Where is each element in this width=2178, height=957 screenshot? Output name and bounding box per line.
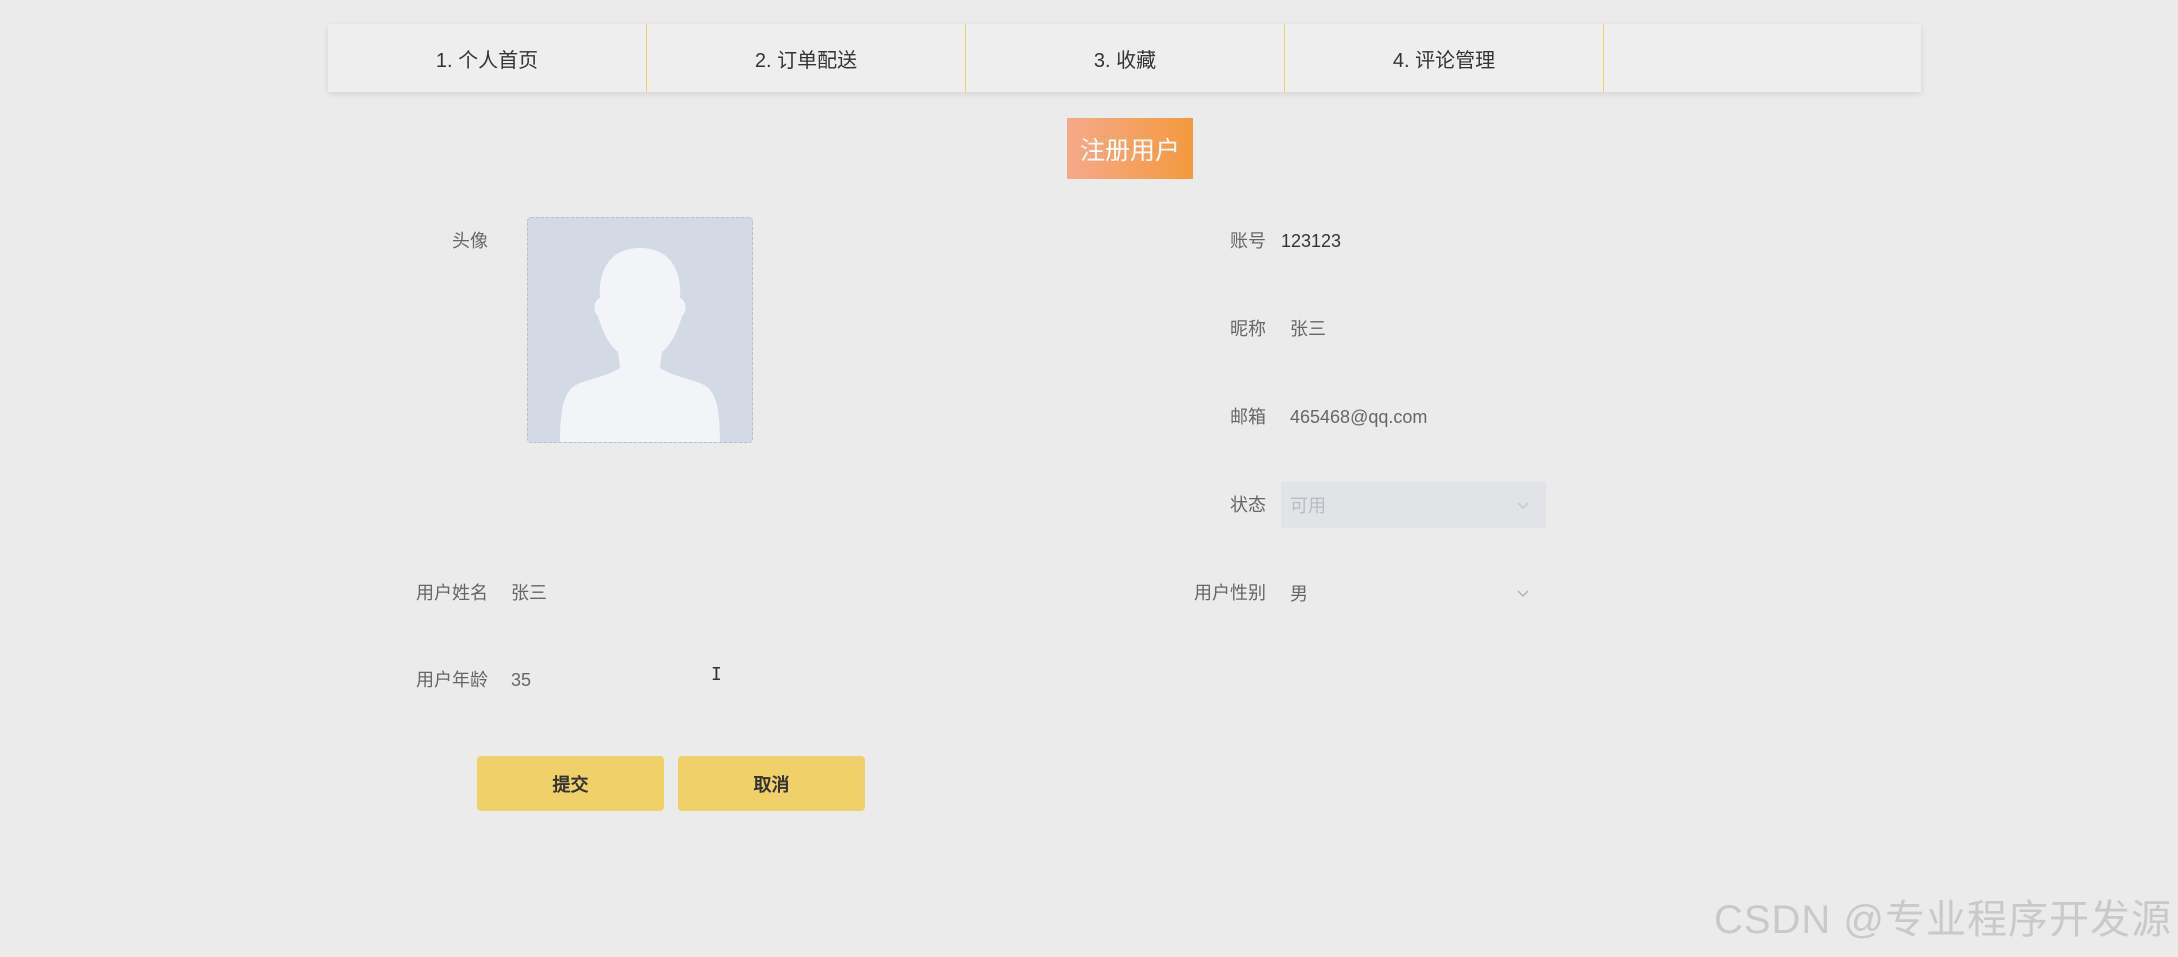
chevron-down-icon	[1517, 502, 1529, 510]
tab-comment-management[interactable]: 4. 评论管理	[1285, 24, 1604, 92]
account-label: 账号	[1230, 231, 1266, 251]
gender-select-value: 男	[1290, 584, 1308, 604]
watermark: CSDN @专业程序开发源	[1713, 898, 2172, 942]
status-label: 状态	[1230, 495, 1266, 515]
gender-label: 用户性别	[1194, 583, 1266, 603]
avatar-upload[interactable]	[527, 217, 753, 443]
top-tab-bar: 1. 个人首页 2. 订单配送 3. 收藏 4. 评论管理	[328, 24, 1921, 92]
tab-favorites[interactable]: 3. 收藏	[966, 24, 1285, 92]
age-input[interactable]: 35	[511, 668, 531, 692]
page-title: 注册用户	[1067, 118, 1193, 179]
tab-order-delivery[interactable]: 2. 订单配送	[647, 24, 966, 92]
real-name-input[interactable]: 张三	[511, 581, 547, 605]
cancel-button[interactable]: 取消	[678, 756, 865, 811]
text-cursor-icon: I	[711, 664, 722, 685]
tab-personal-home[interactable]: 1. 个人首页	[328, 24, 647, 92]
nickname-label: 昵称	[1230, 319, 1266, 339]
submit-button[interactable]: 提交	[477, 756, 664, 811]
status-select-value: 可用	[1290, 496, 1326, 516]
gender-select[interactable]: 男	[1281, 570, 1546, 616]
chevron-down-icon	[1517, 590, 1529, 598]
avatar-label: 头像	[452, 231, 488, 251]
status-select[interactable]: 可用	[1281, 482, 1546, 528]
nickname-input[interactable]: 张三	[1290, 317, 1326, 341]
email-input[interactable]: 465468@qq.com	[1290, 405, 1427, 429]
account-value: 123123	[1281, 231, 1342, 251]
real-name-label: 用户姓名	[416, 583, 488, 603]
user-silhouette-icon	[528, 218, 752, 442]
email-label: 邮箱	[1230, 407, 1266, 427]
age-label: 用户年龄	[416, 670, 488, 690]
tab-empty-slot	[1604, 24, 1921, 92]
